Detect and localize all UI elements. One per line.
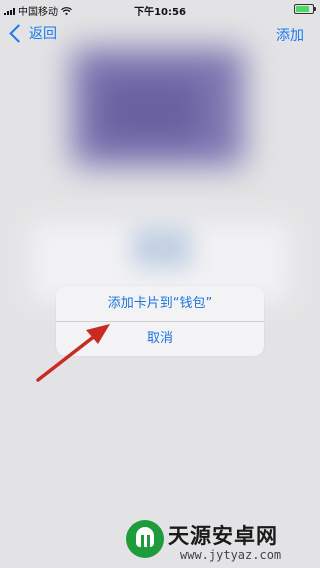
navigation-bar: 返回 添加 <box>0 18 320 48</box>
status-right <box>294 4 316 14</box>
back-button[interactable]: 返回 <box>9 23 57 43</box>
status-time: 下午10:56 <box>134 7 186 18</box>
cancel-button[interactable]: 取消 <box>56 322 264 356</box>
back-button-label: 返回 <box>29 26 57 42</box>
watermark-url: www.jytyaz.com <box>180 548 282 562</box>
action-sheet: 添加卡片到“钱包” 取消 <box>56 286 264 356</box>
blurred-pass-detail <box>132 228 192 268</box>
add-button[interactable]: 添加 <box>276 25 304 45</box>
android-logo-icon <box>126 520 164 558</box>
blurred-background <box>0 0 320 568</box>
blurred-pass-card-detail <box>100 80 200 140</box>
battery-charging-icon <box>294 4 316 14</box>
watermark: 天源安卓网 www.jytyaz.com <box>112 512 320 568</box>
status-bar: 中国移动 下午10:56 <box>0 0 320 18</box>
chevron-left-icon <box>9 23 28 43</box>
add-to-wallet-button[interactable]: 添加卡片到“钱包” <box>56 286 264 321</box>
watermark-title: 天源安卓网 <box>168 524 278 548</box>
